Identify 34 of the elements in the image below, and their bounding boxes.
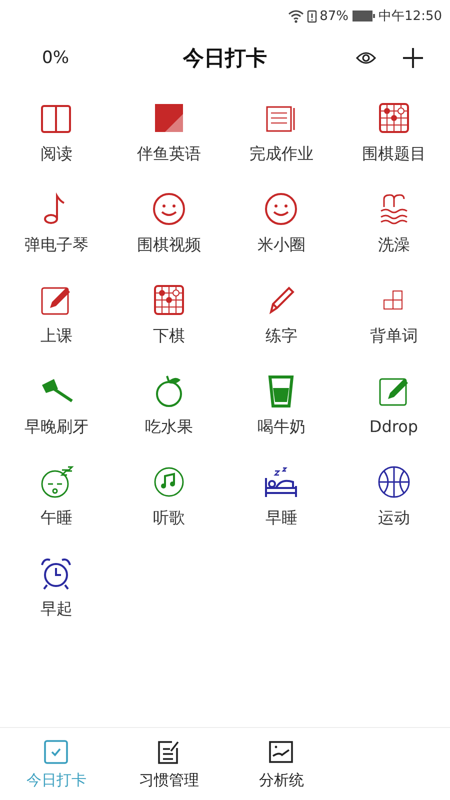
habit-label[interactable]: 洗澡 xyxy=(378,235,410,256)
habit-label[interactable]: 下棋 xyxy=(152,326,185,347)
habit-label[interactable]: 早起 xyxy=(40,599,72,620)
habit-label[interactable]: 围棋视频 xyxy=(136,235,201,256)
habit-label[interactable]: 听歌 xyxy=(152,508,185,529)
sim-alert-icon xyxy=(306,10,317,22)
add-icon[interactable] xyxy=(402,47,424,69)
habit-label[interactable]: 早晚刷牙 xyxy=(24,417,88,438)
wifi-icon xyxy=(288,10,304,22)
habit-label[interactable]: 吃水果 xyxy=(144,417,193,438)
nav-tab[interactable]: 分析统 xyxy=(225,728,338,800)
habit-label[interactable]: 围棋题目 xyxy=(362,144,426,165)
chart-icon xyxy=(268,738,294,764)
page-title: 今日打卡 xyxy=(182,45,268,72)
habit-label[interactable]: 喝牛奶 xyxy=(257,417,306,438)
habit-label[interactable]: 练字 xyxy=(265,326,298,347)
nav-tab[interactable]: 习惯管理 xyxy=(112,728,225,800)
habit-label[interactable]: 背单词 xyxy=(370,326,418,347)
habit-label[interactable]: 午睡 xyxy=(40,508,72,529)
clock: 中午12:50 xyxy=(378,8,442,25)
checkbox-icon xyxy=(43,738,70,764)
habit-label[interactable]: 阅读 xyxy=(40,144,72,165)
eye-icon[interactable] xyxy=(356,51,376,65)
habit-label[interactable]: 运动 xyxy=(378,508,410,529)
habit-label[interactable]: Ddrop xyxy=(369,417,418,436)
battery-level: 87% xyxy=(320,8,349,24)
habit-label[interactable]: 早睡 xyxy=(265,508,298,529)
habit-label[interactable]: 完成作业 xyxy=(249,144,314,165)
battery-icon xyxy=(352,10,376,22)
progress-percent: 0% xyxy=(41,48,70,68)
habit-label[interactable]: 米小圈 xyxy=(257,235,306,256)
habit-label[interactable]: 上课 xyxy=(40,326,72,347)
habit-label[interactable]: 弹电子琴 xyxy=(24,235,88,256)
habit-label[interactable]: 伴鱼英语 xyxy=(136,144,201,165)
